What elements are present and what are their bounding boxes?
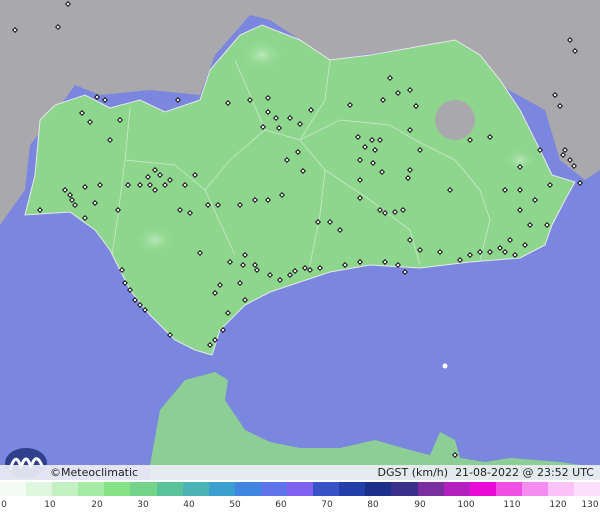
brand-label: ©Meteoclimatic bbox=[50, 466, 139, 479]
legend-ticks: 0 10 20 30 40 50 60 70 80 90 100 110 120 130 bbox=[0, 500, 600, 514]
legend-swatch bbox=[104, 482, 131, 496]
legend-swatch bbox=[208, 482, 235, 496]
legend-swatch bbox=[156, 482, 183, 496]
legend-tick-label: 0 bbox=[1, 500, 7, 510]
legend-swatch bbox=[574, 482, 600, 496]
legend-tick-label: 60 bbox=[275, 500, 287, 510]
timestamp-label: 21-08-2022 @ 23:52 UTC bbox=[455, 466, 594, 479]
legend-swatch bbox=[469, 482, 496, 496]
legend-tick-label: 120 bbox=[549, 500, 567, 510]
hill-highlight bbox=[135, 226, 175, 254]
legend-swatch bbox=[26, 482, 53, 496]
legend-swatch bbox=[313, 482, 340, 496]
legend-color-bar bbox=[0, 482, 600, 496]
legend-tick-label: 130 bbox=[581, 500, 599, 510]
legend-swatch bbox=[78, 482, 105, 496]
legend-swatch bbox=[260, 482, 288, 496]
map-meta: DGST (km/h) 21-08-2022 @ 23:52 UTC bbox=[378, 466, 594, 479]
legend-tick-label: 20 bbox=[91, 500, 103, 510]
legend-tick-label: 80 bbox=[367, 500, 379, 510]
info-bar: ©Meteoclimatic DGST (km/h) 21-08-2022 @ … bbox=[0, 465, 600, 480]
legend-swatch bbox=[287, 482, 314, 496]
legend-swatch bbox=[443, 482, 470, 496]
legend-tick-label: 10 bbox=[44, 500, 56, 510]
color-legend: 0 10 20 30 40 50 60 70 80 90 100 110 120 130 bbox=[0, 480, 600, 517]
legend-tick-label: 70 bbox=[321, 500, 333, 510]
legend-swatch bbox=[182, 482, 209, 496]
island bbox=[442, 363, 448, 369]
legend-swatch bbox=[339, 482, 366, 496]
legend-swatch bbox=[547, 482, 575, 496]
legend-swatch bbox=[417, 482, 444, 496]
variable-label: DGST (km/h) bbox=[377, 466, 449, 479]
legend-swatch bbox=[130, 482, 157, 496]
legend-swatch bbox=[0, 482, 27, 496]
high-terrain-patch bbox=[435, 100, 475, 140]
legend-tick-label: 30 bbox=[137, 500, 149, 510]
legend-swatch bbox=[365, 482, 392, 496]
legend-swatch bbox=[521, 482, 548, 496]
wind-gust-map bbox=[0, 0, 600, 517]
legend-tick-label: 90 bbox=[414, 500, 426, 510]
legend-tick-label: 100 bbox=[457, 500, 475, 510]
legend-tick-label: 110 bbox=[503, 500, 521, 510]
legend-swatch bbox=[234, 482, 261, 496]
legend-tick-label: 40 bbox=[183, 500, 195, 510]
legend-tick-label: 50 bbox=[229, 500, 241, 510]
hill-highlight bbox=[240, 39, 284, 71]
legend-swatch bbox=[391, 482, 418, 496]
legend-swatch bbox=[495, 482, 522, 496]
legend-swatch bbox=[52, 482, 79, 496]
